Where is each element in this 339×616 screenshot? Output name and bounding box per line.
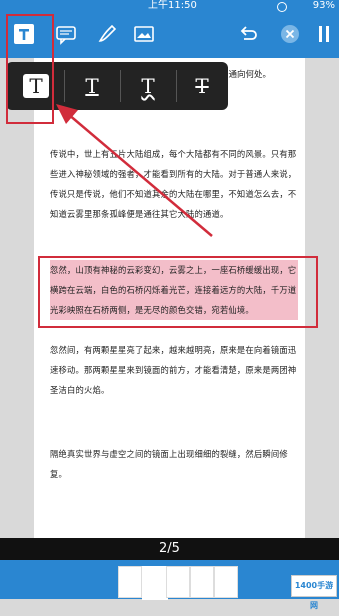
close-button[interactable] (278, 22, 302, 46)
status-time: 上午11:50 (148, 0, 197, 11)
thumbnail-strip[interactable] (0, 560, 339, 600)
paragraph-3: 忽然间，有两颗星星亮了起来，越来越明亮，原来是在向着镜面迅速移动。那两颗星星来到… (50, 345, 297, 395)
underline-option[interactable]: T (68, 68, 116, 104)
page-thumbnail[interactable] (118, 566, 142, 598)
page-thumbnail[interactable] (214, 566, 238, 598)
callout-box-paragraph (38, 256, 318, 328)
page-thumbnail[interactable] (190, 566, 214, 598)
watermark-logo: 1400手游网 (291, 575, 337, 610)
pen-icon (98, 24, 117, 42)
wifi-icon (277, 2, 287, 12)
page-number: 2/5 (159, 541, 180, 556)
paragraph-4: 隔绝真实世界与虚空之间的镜面上出现细细的裂缝，然后瞬间修复。 (50, 449, 288, 479)
close-icon (281, 25, 299, 43)
battery-indicator: 93% (312, 0, 335, 11)
status-bar: 上午11:50 93% (0, 0, 339, 12)
callout-box-toolbar (6, 14, 54, 124)
image-icon (134, 26, 154, 42)
divider (64, 70, 65, 102)
strikethrough-option[interactable]: T (178, 68, 226, 104)
pause-button[interactable] (312, 22, 336, 46)
image-tool-button[interactable] (132, 22, 156, 46)
pen-tool-button[interactable] (96, 22, 120, 46)
comment-tool-button[interactable] (54, 22, 78, 46)
page-thumbnail-current[interactable] (142, 566, 168, 600)
pause-icon (319, 26, 329, 42)
page-thumbnail[interactable] (166, 566, 190, 598)
paragraph-1: 传说中，世上有五片大陆组成，每个大陆都有不同的风景。只有那些进入神秘领域的强者，… (50, 149, 297, 219)
undo-button[interactable] (236, 22, 260, 46)
undo-icon (240, 26, 257, 40)
divider (120, 70, 121, 102)
page-indicator-bar: 2/5 (0, 538, 339, 560)
comment-icon (56, 26, 76, 45)
squiggly-option[interactable]: T (124, 68, 172, 104)
divider (176, 70, 177, 102)
